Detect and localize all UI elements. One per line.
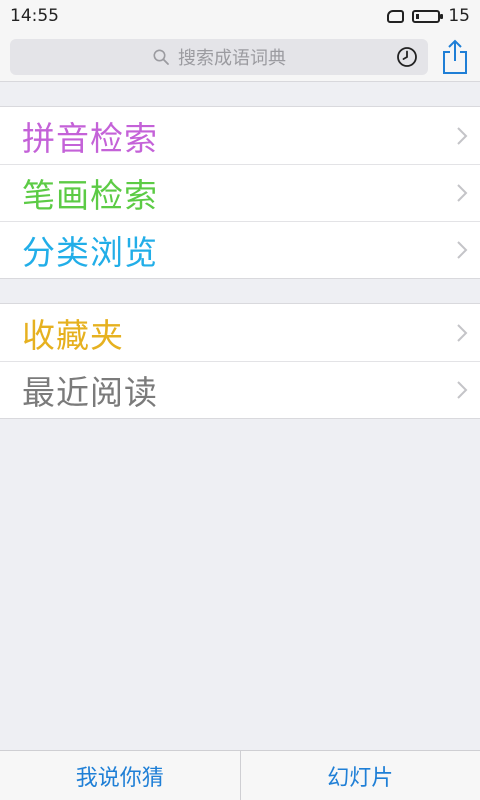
status-time: 14:55 [10, 6, 59, 26]
search-input[interactable]: 搜索成语词典 [10, 39, 428, 75]
list-item-label: 笔画检索 [22, 175, 158, 215]
list-item-label: 拼音检索 [22, 118, 158, 158]
status-bar: 14:55 15 [0, 0, 480, 32]
tab-guess-game[interactable]: 我说你猜 [0, 751, 240, 800]
search-placeholder: 搜索成语词典 [178, 48, 286, 69]
chevron-right-icon [457, 381, 468, 399]
sim-card-icon [387, 9, 405, 23]
list-item-category-browse[interactable]: 分类浏览 [0, 221, 480, 278]
search-icon [153, 49, 169, 65]
list-item-pinyin-search[interactable]: 拼音检索 [0, 107, 480, 164]
tab-slideshow[interactable]: 幻灯片 [239, 751, 480, 800]
list-item-label: 最近阅读 [22, 372, 158, 412]
saved-items-list: 收藏夹 最近阅读 [0, 303, 480, 419]
bottom-tab-bar: 我说你猜 幻灯片 [0, 750, 480, 800]
app-screen: 14:55 15 搜索成语词典 拼音检索 笔画检索 分类浏览 收藏夹 最近阅读 … [0, 0, 480, 800]
share-icon [443, 39, 467, 74]
list-item-recent-reading[interactable]: 最近阅读 [0, 361, 480, 418]
list-item-label: 收藏夹 [22, 315, 124, 355]
chevron-right-icon [457, 241, 468, 259]
search-header: 搜索成语词典 [0, 32, 480, 82]
battery-percentage: 15 [448, 6, 470, 26]
chevron-right-icon [457, 127, 468, 145]
chevron-right-icon [457, 184, 468, 202]
search-methods-list: 拼音检索 笔画检索 分类浏览 [0, 106, 480, 279]
list-item-favorites[interactable]: 收藏夹 [0, 304, 480, 361]
list-item-stroke-search[interactable]: 笔画检索 [0, 164, 480, 221]
chevron-right-icon [457, 324, 468, 342]
history-clock-icon[interactable] [396, 46, 418, 68]
share-button[interactable] [438, 37, 472, 77]
status-indicators: 15 [387, 6, 470, 26]
battery-icon [412, 9, 444, 23]
list-item-label: 分类浏览 [22, 232, 158, 272]
battery-level-fill [416, 13, 420, 19]
